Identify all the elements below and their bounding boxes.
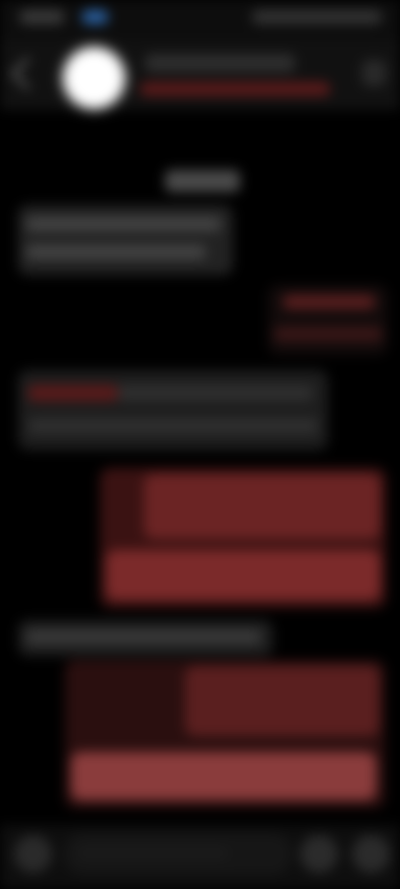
contact-name[interactable] xyxy=(145,54,295,72)
chat-header xyxy=(0,40,400,110)
input-placeholder xyxy=(78,847,228,859)
composer-bar xyxy=(0,825,400,889)
notification-icon xyxy=(82,10,108,24)
message-block xyxy=(71,752,376,800)
status-icons xyxy=(252,10,382,24)
message-incoming[interactable] xyxy=(18,370,328,450)
status-time xyxy=(20,10,64,24)
contact-status xyxy=(140,82,330,96)
message-outgoing[interactable] xyxy=(268,285,388,355)
back-icon[interactable] xyxy=(11,57,44,90)
plus-icon[interactable] xyxy=(14,835,52,873)
message-line xyxy=(274,327,382,341)
message-line xyxy=(26,217,221,231)
chat-screen xyxy=(0,0,400,889)
message-block xyxy=(185,666,379,736)
avatar[interactable] xyxy=(64,48,124,108)
message-input[interactable] xyxy=(64,833,292,875)
message-incoming[interactable] xyxy=(18,205,233,275)
message-line xyxy=(28,385,118,401)
message-outgoing[interactable] xyxy=(100,468,386,608)
message-line xyxy=(28,418,318,434)
message-outgoing[interactable] xyxy=(65,660,385,808)
message-line xyxy=(283,295,375,309)
send-icon[interactable] xyxy=(352,835,390,873)
message-line xyxy=(26,245,206,259)
more-icon[interactable] xyxy=(362,60,386,86)
status-bar xyxy=(0,0,400,40)
message-incoming[interactable] xyxy=(18,620,273,656)
mic-icon[interactable] xyxy=(300,835,338,873)
message-block xyxy=(144,474,380,539)
message-line xyxy=(26,630,261,644)
date-separator xyxy=(165,170,240,192)
message-line xyxy=(118,385,313,401)
message-block xyxy=(106,550,380,600)
